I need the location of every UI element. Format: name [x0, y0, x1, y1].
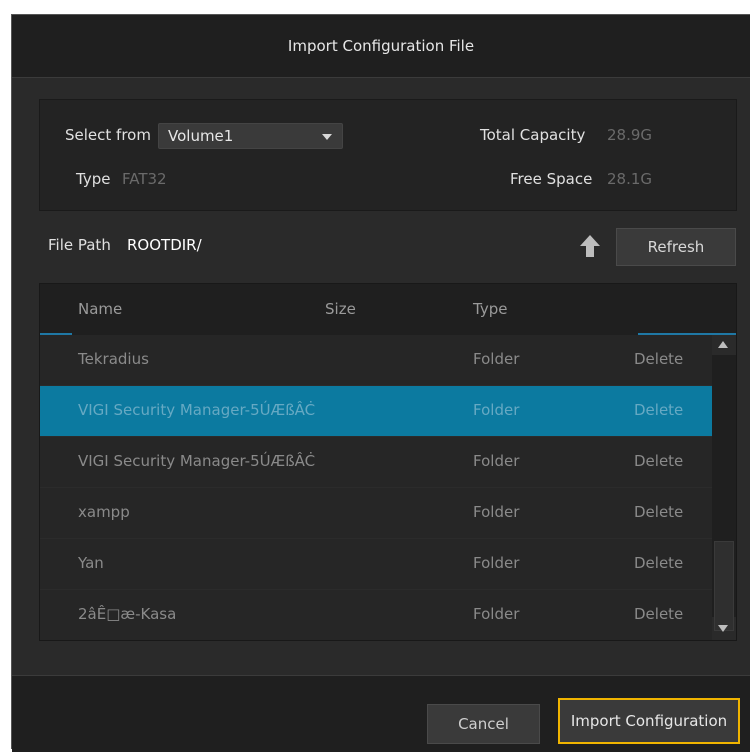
dialog-footer: Cancel Import Configuration [12, 675, 750, 752]
table-row[interactable]: Tekradius Folder Delete [40, 335, 712, 386]
row-name: xampp [78, 503, 130, 521]
type-label: Type [76, 170, 111, 188]
column-header-name[interactable]: Name [78, 300, 122, 318]
total-capacity-value: 28.9G [607, 126, 653, 144]
dialog-header: Import Configuration File [12, 15, 750, 78]
cancel-button-label: Cancel [458, 715, 509, 733]
row-type: Folder [473, 503, 520, 521]
scroll-up-icon[interactable] [718, 341, 728, 348]
total-capacity-label: Total Capacity [480, 126, 586, 144]
table-row[interactable]: Yan Folder Delete [40, 539, 712, 590]
row-type: Folder [473, 605, 520, 623]
import-button-label: Import Configuration [570, 712, 728, 730]
file-table: Name Size Type Tekradius Folder Delete V… [39, 283, 737, 641]
delete-link[interactable]: Delete [634, 554, 683, 572]
table-scrollbar[interactable] [712, 335, 736, 640]
import-config-dialog: Import Configuration File Select from Vo… [11, 14, 750, 752]
delete-link[interactable]: Delete [634, 503, 683, 521]
free-space-label: Free Space [510, 170, 593, 188]
row-type: Folder [473, 554, 520, 572]
row-name: VIGI Security Manager-5ÚÆßÂĊ [78, 452, 316, 470]
volume-select[interactable]: Volume1 [158, 123, 343, 149]
arrow-up-icon [580, 235, 600, 257]
volume-select-value: Volume1 [168, 127, 234, 145]
row-name: Tekradius [78, 350, 149, 368]
delete-link[interactable]: Delete [634, 452, 683, 470]
delete-link[interactable]: Delete [634, 350, 683, 368]
file-path-label: File Path [48, 236, 111, 254]
dialog-title: Import Configuration File [287, 37, 475, 55]
row-name: Yan [78, 554, 104, 572]
table-row[interactable]: xampp Folder Delete [40, 488, 712, 539]
scrollbar-track[interactable] [712, 355, 736, 631]
table-header: Name Size Type [40, 284, 736, 336]
refresh-button-label: Refresh [647, 238, 705, 256]
column-header-type[interactable]: Type [473, 300, 507, 318]
up-directory-button[interactable] [578, 233, 602, 259]
delete-link[interactable]: Delete [634, 605, 683, 623]
row-type: Folder [473, 401, 520, 419]
scrollbar-thumb[interactable] [714, 541, 734, 631]
file-path-value: ROOTDIR/ [127, 236, 202, 254]
cancel-button[interactable]: Cancel [427, 704, 540, 744]
select-from-label: Select from [65, 126, 151, 144]
table-row[interactable]: 2âÊ□æ-Kasa Folder Delete [40, 590, 712, 640]
row-name: 2âÊ□æ-Kasa [78, 605, 177, 623]
row-name: VIGI Security Manager-5ÚÆßÂĊ [78, 401, 316, 419]
scroll-down-icon[interactable] [718, 625, 728, 632]
delete-link[interactable]: Delete [634, 401, 683, 419]
table-row[interactable]: VIGI Security Manager-5ÚÆßÂĊ Folder Dele… [40, 437, 712, 488]
table-body: Tekradius Folder Delete VIGI Security Ma… [40, 335, 712, 640]
refresh-button[interactable]: Refresh [616, 228, 736, 266]
type-value: FAT32 [122, 170, 167, 188]
storage-info-panel: Select from Volume1 Type FAT32 Total Cap… [39, 99, 737, 211]
table-row-selected[interactable]: VIGI Security Manager-5ÚÆßÂĊ Folder Dele… [40, 386, 712, 437]
row-type: Folder [473, 452, 520, 470]
chevron-down-icon [322, 134, 332, 140]
row-type: Folder [473, 350, 520, 368]
free-space-value: 28.1G [607, 170, 653, 188]
column-header-size[interactable]: Size [325, 300, 356, 318]
import-configuration-button[interactable]: Import Configuration [558, 698, 740, 744]
